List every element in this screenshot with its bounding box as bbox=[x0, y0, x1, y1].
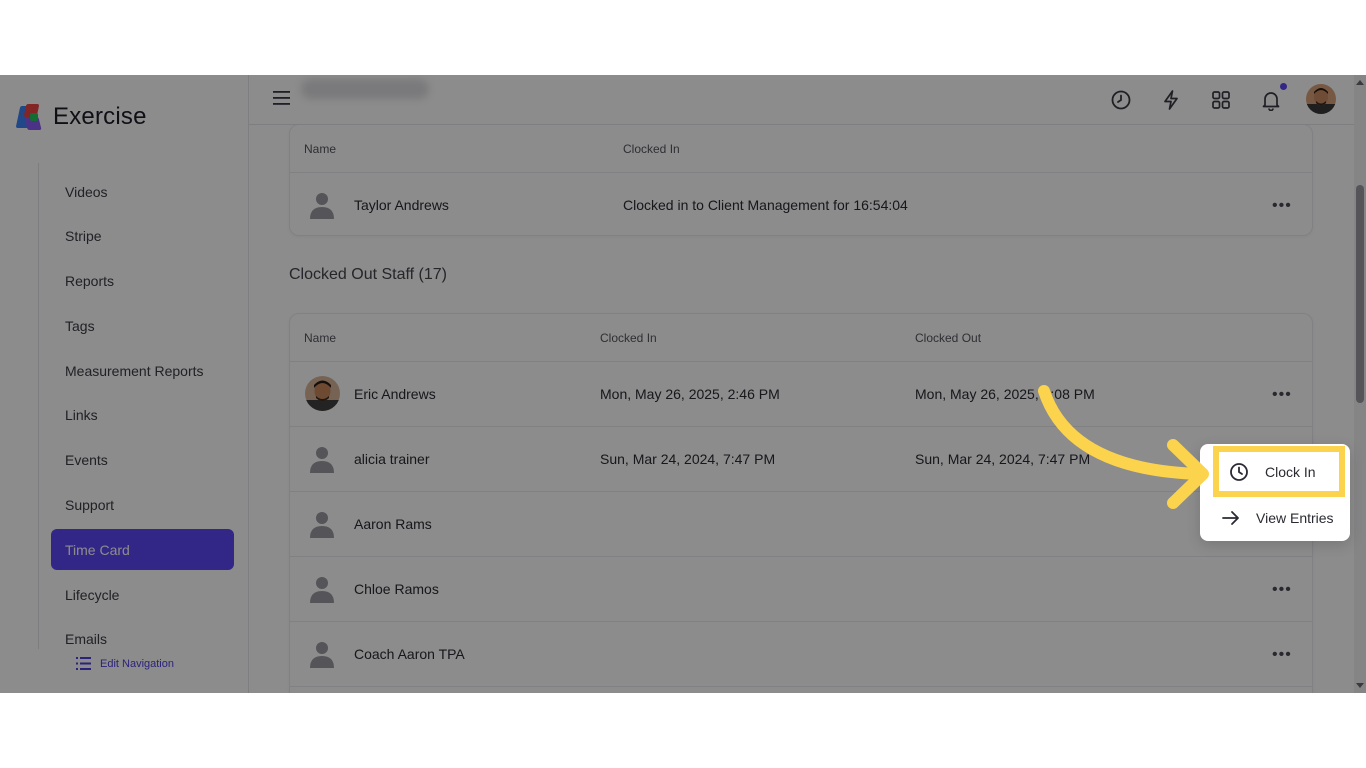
avatar-placeholder-icon bbox=[310, 642, 334, 668]
sidebar-nav: Videos Stripe Reports Tags Measurement R… bbox=[51, 171, 234, 664]
table-header: Name Clocked In Clocked Out bbox=[290, 314, 1312, 362]
avatar-placeholder-icon bbox=[310, 512, 334, 538]
clocked-in-time: Sun, Mar 24, 2024, 7:47 PM bbox=[600, 451, 776, 467]
more-options-icon[interactable]: ••• bbox=[1272, 197, 1291, 214]
clocked-out-time: Mon, May 26, 2025, 3:08 PM bbox=[915, 386, 1095, 402]
table-row[interactable]: Taylor Andrews Clocked in to Client Mana… bbox=[290, 173, 1312, 235]
clock-icon[interactable] bbox=[1110, 89, 1132, 111]
column-header-name: Name bbox=[304, 331, 337, 345]
sidebar-item-links[interactable]: Links bbox=[51, 395, 234, 436]
sidebar-item-stripe[interactable]: Stripe bbox=[51, 216, 234, 257]
column-header-clocked-in: Clocked In bbox=[623, 142, 680, 156]
clocked-out-table: Name Clocked In Clocked Out Eric Andrews… bbox=[289, 313, 1313, 693]
clocked-in-time: Mon, May 26, 2025, 2:46 PM bbox=[600, 386, 780, 402]
more-options-icon[interactable]: ••• bbox=[1272, 581, 1291, 598]
avatar-placeholder-icon bbox=[310, 577, 334, 603]
more-options-icon[interactable]: ••• bbox=[1272, 386, 1291, 403]
column-header-clocked-out: Clocked Out bbox=[915, 331, 982, 345]
staff-name: Aaron Rams bbox=[354, 516, 432, 532]
clock-icon bbox=[1230, 462, 1248, 481]
main-content: Name Clocked In Taylor Andrews Clocked i… bbox=[249, 125, 1354, 693]
sidebar-item-lifecycle[interactable]: Lifecycle bbox=[51, 574, 234, 615]
clocked-in-table: Name Clocked In Taylor Andrews Clocked i… bbox=[289, 125, 1313, 236]
staff-name: alicia trainer bbox=[354, 451, 430, 467]
view-entries-menu-item[interactable]: View Entries bbox=[1200, 498, 1350, 538]
avatar-placeholder-icon bbox=[310, 193, 334, 219]
user-avatar[interactable] bbox=[1306, 84, 1336, 114]
edit-navigation-label: Edit Navigation bbox=[100, 657, 174, 670]
menu-icon[interactable] bbox=[273, 91, 290, 105]
sidebar-item-emails[interactable]: Emails bbox=[51, 619, 234, 660]
avatar-placeholder-icon bbox=[310, 447, 334, 473]
list-icon bbox=[76, 657, 91, 670]
table-row[interactable]: Eric Andrews Mon, May 26, 2025, 2:46 PM … bbox=[290, 362, 1312, 427]
view-entries-label: View Entries bbox=[1256, 510, 1334, 526]
clock-in-label: Clock In bbox=[1265, 463, 1316, 480]
staff-name: Eric Andrews bbox=[354, 386, 436, 402]
column-header-name: Name bbox=[304, 142, 337, 156]
table-row[interactable]: Chloe Ramos ••• bbox=[290, 557, 1312, 622]
grid-icon[interactable] bbox=[1210, 89, 1232, 111]
sidebar-item-time-card[interactable]: Time Card bbox=[51, 529, 234, 571]
bell-icon[interactable] bbox=[1260, 89, 1282, 111]
logo-icon bbox=[15, 103, 44, 131]
sidebar-item-support[interactable]: Support bbox=[51, 485, 234, 526]
sidebar-item-tags[interactable]: Tags bbox=[51, 305, 234, 346]
scroll-thumb[interactable] bbox=[1356, 185, 1364, 403]
app-logo[interactable]: Exercise bbox=[15, 103, 147, 131]
scrollbar[interactable] bbox=[1354, 75, 1366, 693]
nav-divider bbox=[38, 163, 39, 649]
sidebar-item-videos[interactable]: Videos bbox=[51, 171, 234, 212]
arrow-right-icon bbox=[1222, 511, 1239, 525]
staff-name: Taylor Andrews bbox=[354, 197, 449, 213]
column-header-clocked-in: Clocked In bbox=[600, 331, 657, 345]
clocked-in-status: Clocked in to Client Management for 16:5… bbox=[623, 197, 908, 213]
scroll-up-icon[interactable] bbox=[1355, 78, 1365, 88]
table-row[interactable]: Aaron Rams bbox=[290, 492, 1312, 557]
more-options-icon[interactable]: ••• bbox=[1272, 646, 1291, 663]
sidebar: Exercise Videos Stripe Reports Tags Meas… bbox=[0, 75, 249, 693]
staff-name: Chloe Ramos bbox=[354, 581, 439, 597]
table-row[interactable]: Coach Aaron TPA ••• bbox=[290, 622, 1312, 687]
table-row[interactable]: alicia trainer Sun, Mar 24, 2024, 7:47 P… bbox=[290, 427, 1312, 492]
scroll-down-icon[interactable] bbox=[1355, 680, 1365, 690]
topbar bbox=[249, 75, 1366, 125]
section-title: Clocked Out Staff (17) bbox=[289, 266, 447, 283]
clocked-out-time: Sun, Mar 24, 2024, 7:47 PM bbox=[915, 451, 1091, 467]
sidebar-item-events[interactable]: Events bbox=[51, 440, 234, 481]
lightning-icon[interactable] bbox=[1160, 89, 1182, 111]
edit-navigation-link[interactable]: Edit Navigation bbox=[76, 657, 174, 670]
sidebar-item-reports[interactable]: Reports bbox=[51, 261, 234, 302]
avatar bbox=[305, 376, 340, 411]
clock-in-menu-item[interactable]: Clock In bbox=[1213, 446, 1345, 497]
app-name: Exercise bbox=[53, 103, 147, 130]
sidebar-item-measurement-reports[interactable]: Measurement Reports bbox=[51, 350, 234, 391]
app-window: Exercise Videos Stripe Reports Tags Meas… bbox=[0, 75, 1366, 693]
staff-name: Coach Aaron TPA bbox=[354, 646, 465, 662]
table-header: Name Clocked In bbox=[290, 125, 1312, 173]
notification-dot bbox=[1280, 83, 1287, 90]
blurred-title bbox=[301, 79, 429, 99]
